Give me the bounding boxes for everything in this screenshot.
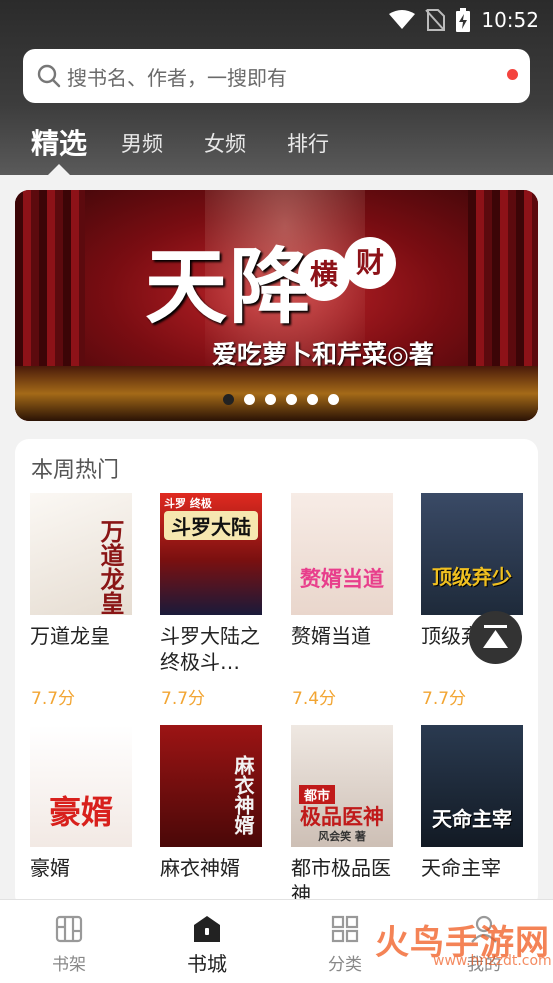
book-name: 麻衣神婿	[160, 856, 240, 880]
promo-banner[interactable]: 天降 横 财 爱吃萝卜和芹菜◎著	[15, 190, 538, 421]
book-score: 7.7分	[31, 689, 76, 709]
tab-indicator	[48, 164, 70, 175]
back-to-top-button[interactable]	[469, 611, 522, 664]
cover-top-text: 斗罗 终极	[164, 497, 212, 510]
cover-title: 斗罗大陆	[164, 511, 258, 540]
book-score: 7.7分	[422, 689, 467, 709]
tab-female[interactable]: 女频	[204, 128, 246, 158]
nav-label: 书架	[52, 955, 86, 975]
tab-ranking[interactable]: 排行	[287, 128, 329, 158]
watermark-logo: 火鸟手游网 www.hnzzdt.com	[375, 915, 552, 975]
weekly-hot-section: 本周热门 万道龙皇 万道龙皇 7.7分 斗罗 终极 斗罗大陆 斗罗大陆之终极斗……	[15, 439, 538, 909]
nav-category[interactable]: 分类	[305, 900, 385, 983]
book-cover[interactable]: 万道龙皇	[30, 493, 132, 615]
category-icon	[331, 915, 359, 943]
book-name: 天命主宰	[421, 856, 501, 880]
arrow-up-icon	[483, 625, 508, 648]
status-bar: 10:52	[0, 0, 553, 40]
book-cover[interactable]: 豪婿	[30, 725, 132, 847]
status-icons: 10:52	[389, 6, 539, 34]
notification-dot	[507, 69, 518, 80]
book-name: 豪婿	[30, 856, 70, 880]
pagination-dot[interactable]	[328, 394, 339, 405]
nav-label: 书城	[187, 952, 227, 976]
pagination-dot[interactable]	[223, 394, 234, 405]
book-score: 7.4分	[292, 689, 337, 709]
pagination-dot[interactable]	[286, 394, 297, 405]
wifi-icon	[389, 10, 416, 29]
nav-label: 分类	[328, 955, 362, 975]
tab-male[interactable]: 男频	[121, 128, 163, 158]
book-cover[interactable]: 麻衣神婿	[160, 725, 262, 847]
book-cover[interactable]: 顶级弃少	[421, 493, 523, 615]
nav-store[interactable]: 书城	[167, 900, 247, 983]
pagination-dot[interactable]	[265, 394, 276, 405]
book-name: 万道龙皇	[30, 624, 110, 648]
battery-charging-icon	[456, 8, 471, 32]
status-time: 10:52	[481, 8, 539, 32]
cover-author: 风会笑 著	[318, 830, 366, 843]
cover-title: 极品医神	[300, 804, 384, 829]
banner-title-tag: 横 财	[298, 237, 398, 303]
tab-featured[interactable]: 精选	[31, 122, 87, 162]
banner-tag-char: 财	[344, 237, 396, 289]
bookshelf-icon	[55, 915, 83, 943]
book-cover[interactable]: 都市 极品医神 风会笑 著	[291, 725, 393, 847]
store-icon	[194, 916, 220, 942]
cover-title: 天命主宰	[432, 807, 512, 831]
cover-title: 赘婿当道	[300, 566, 384, 591]
book-name: 斗罗大陆之终极斗…	[160, 624, 260, 674]
banner-tag-char: 横	[298, 249, 350, 301]
pagination-dot[interactable]	[307, 394, 318, 405]
book-name: 赘婿当道	[291, 624, 371, 648]
search-bar[interactable]: 搜书名、作者，一搜即有	[23, 49, 530, 103]
pagination-dot[interactable]	[244, 394, 255, 405]
search-icon	[37, 64, 61, 88]
banner-author: 爱吃萝卜和芹菜◎著	[212, 340, 434, 369]
watermark-url: www.hnzzdt.com	[433, 953, 552, 969]
book-cover[interactable]: 天命主宰	[421, 725, 523, 847]
cover-title: 豪婿	[48, 793, 113, 831]
book-score: 7.7分	[161, 689, 206, 709]
banner-title: 天降	[145, 239, 314, 335]
book-cover[interactable]: 赘婿当道	[291, 493, 393, 615]
nav-bookshelf[interactable]: 书架	[29, 900, 109, 983]
book-cover[interactable]: 斗罗 终极 斗罗大陆	[160, 493, 262, 615]
search-placeholder: 搜书名、作者，一搜即有	[67, 65, 287, 90]
cover-title: 麻衣神婿	[231, 755, 255, 835]
section-title: 本周热门	[31, 458, 120, 483]
banner-pagination	[223, 394, 339, 405]
no-sim-icon	[425, 9, 446, 31]
cover-title: 万道龙皇	[96, 519, 125, 615]
cover-title: 顶级弃少	[432, 565, 512, 589]
top-tabs: 精选 男频 女频 排行	[0, 118, 553, 168]
